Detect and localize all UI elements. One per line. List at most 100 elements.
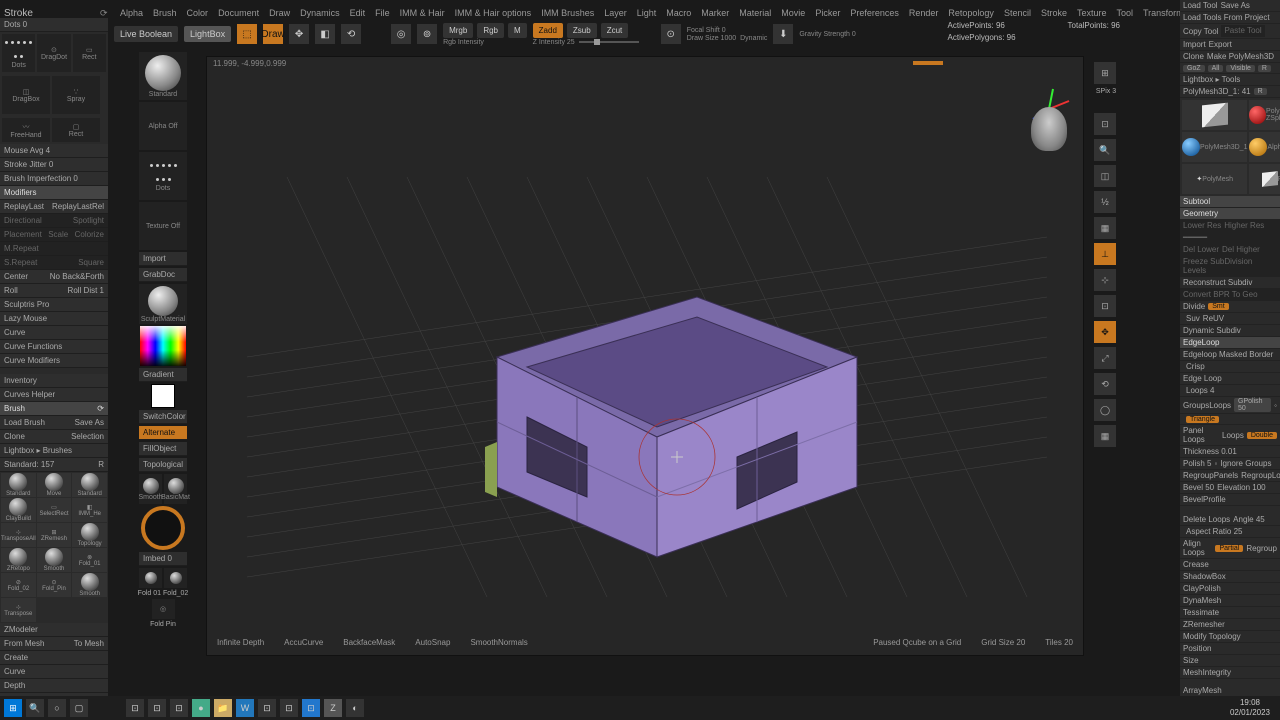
brush-smooth[interactable]: Smooth [37,548,72,572]
rolldist-field[interactable]: Roll Dist 1 [68,286,104,295]
gpolish-field[interactable]: GPolish 50 [1234,398,1271,412]
brush-standard2[interactable]: Standard [72,473,107,497]
bevel-profile[interactable]: BevelProfile [1180,494,1280,506]
curvefunc-header[interactable]: Curve Functions [0,340,108,354]
loops-field[interactable]: Loops 4 [1186,386,1214,395]
brush-zremesh[interactable]: ⊞ZRemesh [37,523,72,547]
taskbar-app-5[interactable]: ⊡ [280,699,298,717]
cortana-icon[interactable]: ○ [48,699,66,717]
bevel-field[interactable]: Bevel 50 [1183,483,1214,492]
meshintegrity-header[interactable]: MeshIntegrity [1180,667,1280,679]
mouse-avg-field[interactable]: Mouse Avg 4 [0,144,108,158]
sticky-icon[interactable]: ⊚ [417,24,437,44]
reconstruct-subdiv[interactable]: Reconstruct Subdiv [1180,277,1280,289]
system-clock[interactable]: 19:0802/01/2023 [1230,698,1276,718]
dynamic-toggle[interactable]: Dynamic [740,35,767,42]
taskbar-chrome[interactable]: ● [192,699,210,717]
gradient-toggle[interactable]: Gradient [139,368,187,382]
delete-loops[interactable]: Delete Loops [1183,515,1230,524]
taskview-icon[interactable]: ▢ [70,699,88,717]
dots-header[interactable]: Dots 0 [0,18,108,32]
dynamic-subdiv[interactable]: Dynamic Subdiv [1180,325,1280,337]
save-brush[interactable]: Save As [75,418,104,427]
triangle-toggle[interactable]: Triangle [1186,416,1219,423]
brush-immhe[interactable]: ◧IMM_He [72,498,107,522]
lazymouse-header[interactable]: Lazy Mouse [0,312,108,326]
align-loops[interactable]: Align Loops [1183,539,1212,557]
paste-tool[interactable]: Paste Tool [1221,25,1264,37]
load-tool[interactable]: Load Tool [1183,1,1218,10]
copy-tool[interactable]: Copy Tool [1183,27,1218,36]
texture-preview[interactable]: Texture Off [139,202,187,250]
menu-brush[interactable]: Brush [153,8,177,18]
subtool-header[interactable]: Subtool [1180,196,1280,208]
scale-field[interactable]: Scale [48,230,68,239]
directional-toggle[interactable]: Directional [4,216,42,225]
menu-texture[interactable]: Texture [1077,8,1107,18]
focal-icon[interactable]: ⊙ [661,24,681,44]
color-picker[interactable] [140,326,186,366]
floor-icon[interactable]: ⊥ [1094,243,1116,265]
position-header[interactable]: Position [1180,643,1280,655]
del-lower[interactable]: Del Lower [1183,245,1219,254]
menu-color[interactable]: Color [187,8,209,18]
sculptris-header[interactable]: Sculptris Pro [0,298,108,312]
spix-label[interactable]: SPix 3 [1094,88,1118,95]
spotlight-toggle[interactable]: Spotlight [73,216,104,225]
backfacemask-toggle[interactable]: BackfaceMask [343,638,395,647]
roll-toggle[interactable]: Roll [4,286,18,295]
size-header[interactable]: Size [1180,655,1280,667]
standard-count[interactable]: Standard: 157R [0,458,108,472]
brush-zretopo[interactable]: ZRetopo [1,548,36,572]
focal-shift-label[interactable]: Focal Shift 0 [687,27,768,34]
dynamesh-header[interactable]: DynaMesh [1180,595,1280,607]
tool-polymesh3d-1[interactable]: PolyMesh3D_1 [1182,132,1247,162]
goz-button[interactable]: GoZ [1183,65,1205,72]
rect-toggle[interactable]: ▢Rect [52,118,100,142]
brush-standard[interactable]: Standard [1,473,36,497]
start-button[interactable]: ⊞ [4,699,22,717]
zcut-button[interactable]: Zcut [601,23,629,38]
taskbar-app-6[interactable]: ⊡ [302,699,320,717]
brush-move[interactable]: Move [37,473,72,497]
from-mesh[interactable]: From Mesh [4,639,44,648]
aspect-ratio-field[interactable]: Aspect Ratio 25 [1186,527,1242,536]
menu-immhair[interactable]: IMM & Hair [400,8,445,18]
curvemod-header[interactable]: Curve Modifiers [0,354,108,368]
sdiv-slider[interactable]: ━━━━━ [1180,232,1280,244]
goz-visible[interactable]: Visible [1226,65,1255,72]
autosnap-toggle[interactable]: AutoSnap [415,638,450,647]
thickness-field[interactable]: Thickness 0.01 [1180,446,1280,458]
brush-selectrect[interactable]: ▭SelectRect [37,498,72,522]
brush-smooth2[interactable]: Smooth [72,573,107,597]
lightbox-tools[interactable]: Lightbox ▸ Tools [1180,74,1280,86]
scroll-icon[interactable]: ⊡ [1094,113,1116,135]
taskbar-explorer[interactable]: 📁 [214,699,232,717]
stroke-dragdot[interactable]: ⊙DragDot [37,34,70,72]
groupsloops-button[interactable]: GroupsLoops [1183,401,1231,410]
nobackforth-toggle[interactable]: No Back&Forth [50,272,104,281]
taskbar-app-3[interactable]: ⊡ [170,699,188,717]
edgeloop-masked[interactable]: Edgeloop Masked Border [1180,349,1280,361]
goz-r[interactable]: R [1258,65,1271,72]
regroup-loops[interactable]: RegroupLoops [1241,471,1280,480]
z-intensity-label[interactable]: Z Intensity 25 [533,39,575,46]
export-tool[interactable]: Export [1209,40,1232,49]
tessimate-header[interactable]: Tessimate [1180,607,1280,619]
replay-last-rel[interactable]: ReplayLastRel [52,202,104,211]
polyf-icon[interactable]: ▦ [1094,425,1116,447]
stroke-spray[interactable]: ∵Spray [52,76,100,114]
stroke-jitter-field[interactable]: Stroke Jitter 0 [0,158,108,172]
topological-toggle[interactable]: Topological [139,458,187,472]
inventory-header[interactable]: Inventory [0,374,108,388]
menu-material[interactable]: Material [739,8,771,18]
regroup-toggle[interactable]: Regroup [1246,544,1277,553]
lightbox-button[interactable]: LightBox [184,26,231,42]
brush-transpose[interactable]: ⊹TransposeAll [1,523,36,547]
imbed-field[interactable]: Imbed 0 [139,552,187,566]
tool-polymesh-star[interactable]: ✦PolyMesh [1182,164,1247,194]
lasso-icon[interactable]: ◯ [1094,399,1116,421]
menu-alpha[interactable]: Alpha [120,8,143,18]
menu-layer[interactable]: Layer [604,8,627,18]
brush-fold01[interactable]: ⊗Fold_01 [72,548,107,572]
